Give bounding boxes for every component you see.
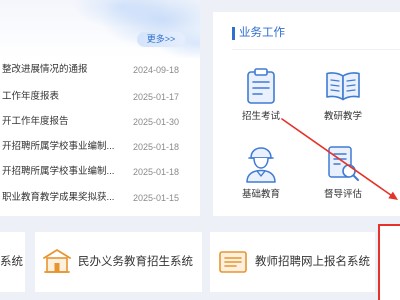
news-item-date: 2025-01-30	[133, 117, 180, 127]
section-title: 业务工作	[239, 27, 285, 39]
news-panel: 更多>> 整改进展情况的通报 2024-09-18 工作年度报表 2025-01…	[0, 0, 200, 216]
business-item-label: 基础教育	[241, 189, 280, 200]
teacher-recruitment-registration-system-link[interactable]: 教师招聘网上报名系统	[210, 232, 375, 292]
business-item-basic-education[interactable]: 基础教育	[231, 144, 291, 202]
news-item-title[interactable]: 整改进展情况的通报	[2, 62, 129, 78]
business-item-label: 教研教学	[323, 111, 362, 122]
section-title-marker	[232, 27, 235, 40]
section-divider	[232, 49, 400, 50]
system-link-label: 民办义务教育招生系统	[78, 256, 193, 268]
news-item-date: 2025-01-15	[133, 193, 180, 203]
news-item-title[interactable]: 开招聘所属学校事业编制...	[2, 139, 129, 155]
news-item-date: 2024-09-18	[133, 65, 180, 75]
clipboard-icon	[231, 66, 291, 106]
business-item-enrollment-exam[interactable]: 招生考试	[231, 66, 291, 124]
news-item[interactable]: 开工作年度报告 2025-01-30	[0, 114, 196, 130]
student-icon	[231, 144, 291, 184]
news-item[interactable]: 职业教育教学成果奖拟获... 2025-01-15	[0, 190, 196, 206]
news-item-title[interactable]: 开招聘所属学校事业编制...	[2, 164, 129, 180]
news-item[interactable]: 开招聘所属学校事业编制... 2025-01-18	[0, 164, 196, 180]
news-header-decoration	[0, 0, 200, 58]
business-item-label: 督导评估	[323, 189, 362, 200]
news-item-date: 2025-01-18	[133, 142, 180, 152]
system-link-label: 系统	[0, 256, 23, 268]
form-list-icon	[218, 249, 248, 275]
business-item-teaching-research[interactable]: 教研教学	[313, 66, 373, 124]
more-button[interactable]: 更多>>	[137, 32, 185, 47]
annotation-highlight-box	[378, 224, 400, 300]
document-magnifier-icon	[313, 144, 373, 184]
news-item[interactable]: 整改进展情况的通报 2024-09-18	[0, 62, 196, 78]
news-item-date: 2025-01-18	[133, 167, 180, 177]
business-item-label: 招生考试	[241, 111, 280, 122]
news-item-date: 2025-01-17	[133, 92, 180, 102]
news-item[interactable]: 开招聘所属学校事业编制... 2025-01-18	[0, 139, 196, 155]
system-link-card[interactable]: 系统	[0, 232, 25, 292]
news-item[interactable]: 工作年度报表 2025-01-17	[0, 89, 196, 105]
school-building-icon	[42, 247, 72, 275]
news-item-title[interactable]: 开工作年度报告	[2, 114, 129, 130]
private-compulsory-enrollment-system-link[interactable]: 民办义务教育招生系统	[35, 232, 202, 292]
open-book-icon	[313, 66, 373, 106]
business-item-supervision-evaluation[interactable]: 督导评估	[313, 144, 373, 202]
news-item-title[interactable]: 职业教育教学成果奖拟获...	[2, 190, 129, 206]
system-link-label: 教师招聘网上报名系统	[255, 256, 370, 268]
business-work-panel: 业务工作 招生考试 教研教学 基础教育 督导评估	[213, 12, 400, 216]
news-item-title[interactable]: 工作年度报表	[2, 89, 129, 105]
